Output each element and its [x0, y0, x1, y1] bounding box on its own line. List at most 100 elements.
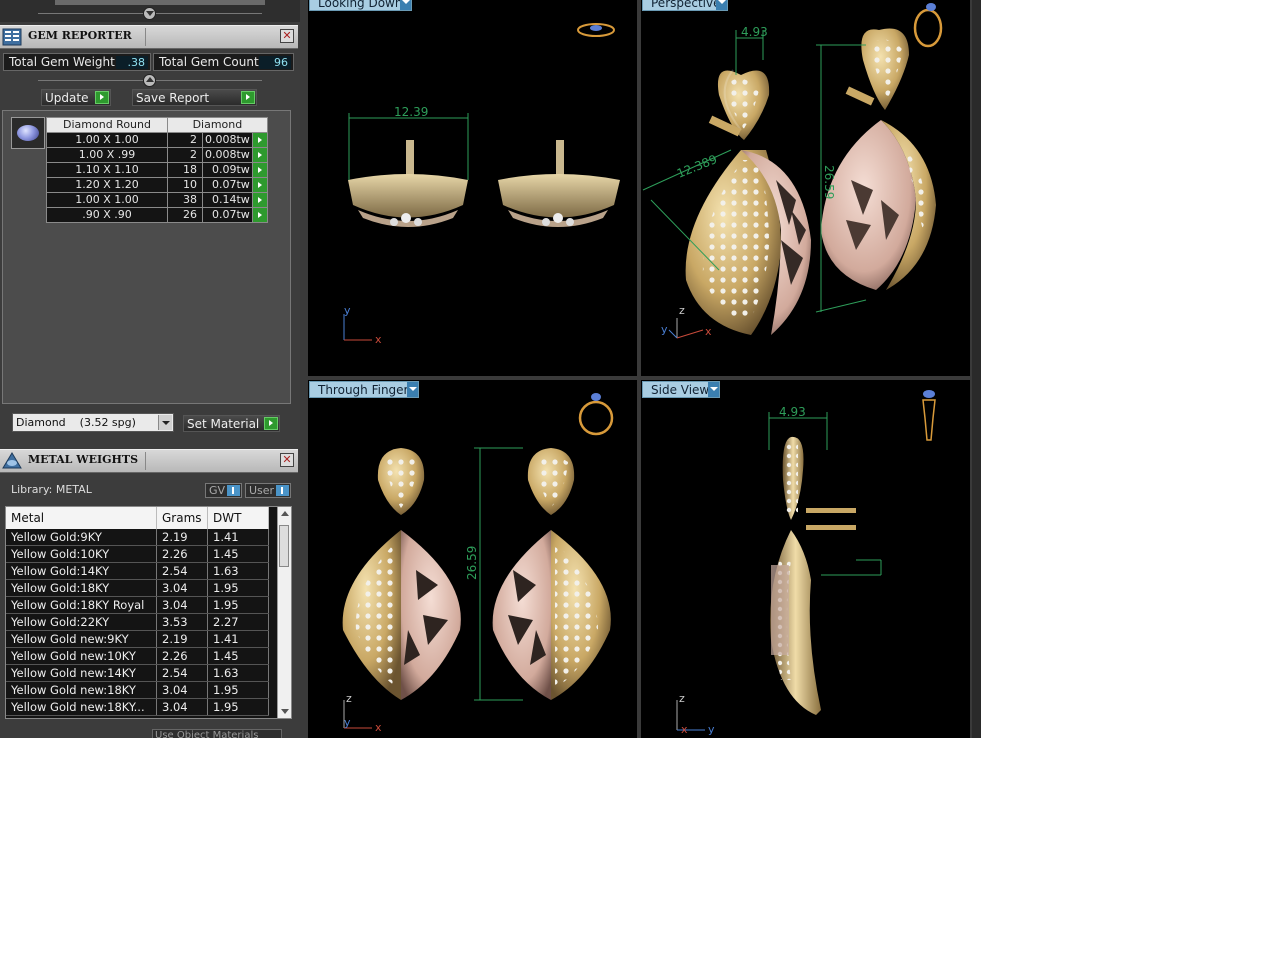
gem-count: 10: [167, 177, 203, 193]
metal-row[interactable]: Yellow Gold new:18KY... 3.04 1.95: [6, 698, 269, 716]
gem-stone-icon: [17, 125, 39, 141]
metal-dwt: 1.95: [207, 681, 269, 699]
set-material-label: Set Material: [187, 417, 260, 431]
use-object-materials-checkbox[interactable]: Use Object Materials: [152, 729, 282, 738]
close-icon[interactable]: ✕: [280, 453, 294, 467]
gv-toggle[interactable]: GV: [205, 483, 242, 498]
gem-count: 2: [167, 147, 203, 163]
select-row-button[interactable]: [251, 192, 268, 208]
gem-reporter-title: GEM REPORTER: [28, 29, 132, 42]
set-material-button[interactable]: Set Material: [183, 415, 280, 432]
user-toggle[interactable]: User: [245, 483, 291, 498]
gem-weight: 0.07tw: [202, 177, 253, 193]
dimension-diagonal-label: 12.389: [675, 152, 719, 181]
metal-dwt: 1.95: [207, 579, 269, 597]
metal-dwt: 1.41: [207, 529, 269, 546]
dwt-column-header[interactable]: DWT: [207, 507, 269, 529]
dimension-label: 12.39: [394, 105, 428, 119]
info-icon: [276, 485, 289, 496]
metal-grams: 2.19: [156, 630, 208, 648]
gem-weight: 0.07tw: [202, 207, 253, 223]
select-row-button[interactable]: [251, 162, 268, 178]
grams-column-header[interactable]: Grams: [156, 507, 208, 529]
through-finger-labels: 26.59 z y x: [344, 546, 479, 734]
viewport-through-finger[interactable]: Through Finger 26.59 z y x: [308, 380, 637, 738]
metal-weights-header: METAL WEIGHTS ✕: [0, 449, 298, 473]
looking-down-labels: 12.39 y x: [344, 105, 428, 346]
viewport-perspective[interactable]: Perspective 4.93 12.389 26.59 z y x: [641, 0, 970, 376]
scroll-up-icon[interactable]: [281, 511, 289, 516]
metal-row[interactable]: Yellow Gold new:10KY 2.26 1.45: [6, 647, 269, 665]
metal-row[interactable]: Yellow Gold:18KY 3.04 1.95: [6, 579, 269, 597]
metal-name: Yellow Gold new:9KY: [6, 630, 157, 648]
dimension-width-label: 4.93: [779, 405, 806, 419]
gem-size: 1.00 X 1.00: [46, 192, 168, 208]
gem-row[interactable]: 1.00 X 1.00 2 0.008tw: [46, 132, 268, 148]
gem-row[interactable]: .90 X .90 26 0.07tw: [46, 207, 268, 223]
gem-row[interactable]: 1.00 X .99 2 0.008tw: [46, 147, 268, 163]
axis-y-label: y: [344, 716, 351, 729]
gem-size: 1.20 X 1.20: [46, 177, 168, 193]
close-icon[interactable]: ✕: [280, 29, 294, 43]
total-gem-count-box: Total Gem Count 96: [153, 53, 294, 71]
update-button[interactable]: Update: [41, 89, 111, 106]
metal-name: Yellow Gold:18KY Royal: [6, 596, 157, 614]
metal-name: Yellow Gold new:18KY...: [6, 698, 157, 716]
metal-dwt: 1.63: [207, 562, 269, 580]
gem-material-select[interactable]: Diamond (3.52 spg): [12, 413, 174, 432]
gem-count: 18: [167, 162, 203, 178]
metal-dwt: 2.27: [207, 613, 269, 631]
viewport-looking-down[interactable]: Looking Down 12.39 y x: [308, 0, 637, 376]
metal-row[interactable]: Yellow Gold:9KY 2.19 1.41: [6, 529, 269, 546]
metal-name: Yellow Gold:18KY: [6, 579, 157, 597]
metal-dwt: 1.41: [207, 630, 269, 648]
select-row-button[interactable]: [251, 177, 268, 193]
metal-weights-title: METAL WEIGHTS: [28, 453, 139, 466]
metal-row[interactable]: Yellow Gold:14KY 2.54 1.63: [6, 562, 269, 580]
diamond-round-thumbnail[interactable]: [11, 117, 45, 149]
metal-row[interactable]: Yellow Gold:18KY Royal 3.04 1.95: [6, 596, 269, 614]
metal-table-scrollbar[interactable]: [277, 507, 291, 718]
select-row-button[interactable]: [251, 207, 268, 223]
metal-name: Yellow Gold new:18KY: [6, 681, 157, 699]
gem-count: 38: [167, 192, 203, 208]
metal-grams: 3.53: [156, 613, 208, 631]
metal-name: Yellow Gold:22KY: [6, 613, 157, 631]
scroll-down-icon[interactable]: [281, 709, 289, 714]
update-label: Update: [45, 91, 89, 105]
select-row-button[interactable]: [251, 132, 268, 148]
gem-row[interactable]: 1.20 X 1.20 10 0.07tw: [46, 177, 268, 193]
viewport-side-view[interactable]: Side View 4.93 z x y: [641, 380, 970, 738]
metal-grams: 3.04: [156, 698, 208, 716]
panel-tabs-strip[interactable]: [55, 0, 265, 5]
dimension-width-label: 4.93: [741, 25, 768, 39]
top-toolbar-strip: [0, 0, 300, 22]
total-gem-weight-box: Total Gem Weight .38: [3, 53, 151, 71]
metal-column-header[interactable]: Metal: [6, 507, 157, 529]
metal-row[interactable]: Yellow Gold:10KY 2.26 1.45: [6, 545, 269, 563]
metal-row[interactable]: Yellow Gold new:18KY 3.04 1.95: [6, 681, 269, 699]
expand-panel-icon[interactable]: [143, 74, 156, 87]
metal-grams: 3.04: [156, 596, 208, 614]
header-divider: [145, 452, 146, 470]
gem-count: 2: [167, 132, 203, 148]
metal-row[interactable]: Yellow Gold:22KY 3.53 2.27: [6, 613, 269, 631]
chevron-down-icon: [158, 415, 172, 430]
gem-row[interactable]: 1.10 X 1.10 18 0.09tw: [46, 162, 268, 178]
metal-row[interactable]: Yellow Gold new:14KY 2.54 1.63: [6, 664, 269, 682]
gem-reporter-header: GEM REPORTER ✕: [0, 25, 298, 49]
collapse-panel-icon[interactable]: [143, 7, 156, 20]
dimension-height-label: 26.59: [822, 165, 836, 199]
metal-dwt: 1.63: [207, 664, 269, 682]
metal-row[interactable]: Yellow Gold new:9KY 2.19 1.41: [6, 630, 269, 648]
select-row-button[interactable]: [251, 147, 268, 163]
scroll-thumb[interactable]: [279, 525, 289, 567]
gem-table-header-shape: Diamond Round: [46, 117, 168, 133]
right-edge-strip: [972, 0, 981, 738]
save-report-button[interactable]: Save Report: [132, 89, 257, 106]
play-icon: [264, 417, 278, 430]
gem-row[interactable]: 1.00 X 1.00 38 0.14tw: [46, 192, 268, 208]
axis-x-label: x: [681, 723, 688, 736]
total-gem-count-value: 96: [259, 56, 291, 69]
gem-size: .90 X .90: [46, 207, 168, 223]
